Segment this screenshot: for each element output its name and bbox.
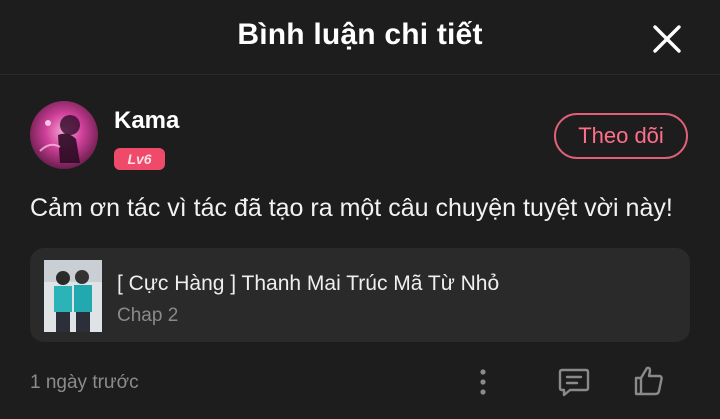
follow-button[interactable]: Theo dõi (554, 113, 688, 159)
reply-button[interactable] (557, 366, 591, 398)
comment-icon (558, 368, 590, 397)
username[interactable]: Kama (114, 107, 179, 135)
like-button[interactable] (632, 364, 666, 398)
chapter-label: Chap 2 (117, 305, 179, 326)
close-button[interactable] (650, 22, 684, 56)
comment-timestamp: 1 ngày trước (30, 372, 139, 393)
chapter-thumbnail (44, 260, 102, 332)
thumbs-up-icon (634, 366, 663, 396)
header-bar: Bình luận chi tiết (0, 0, 720, 75)
close-icon (653, 25, 681, 53)
page-title: Bình luận chi tiết (237, 18, 483, 51)
chapter-card[interactable]: [ Cực Hàng ] Thanh Mai Trúc Mã Từ Nhỏ Ch… (30, 248, 690, 342)
series-title: [ Cực Hàng ] Thanh Mai Trúc Mã Từ Nhỏ (117, 272, 500, 295)
comment-text: Cảm ơn tác vì tác đã tạo ra một câu chuy… (30, 194, 673, 222)
more-options-button[interactable] (472, 365, 494, 399)
more-vertical-icon (480, 369, 486, 395)
avatar[interactable] (30, 101, 98, 169)
level-badge: Lv6 (114, 148, 165, 170)
